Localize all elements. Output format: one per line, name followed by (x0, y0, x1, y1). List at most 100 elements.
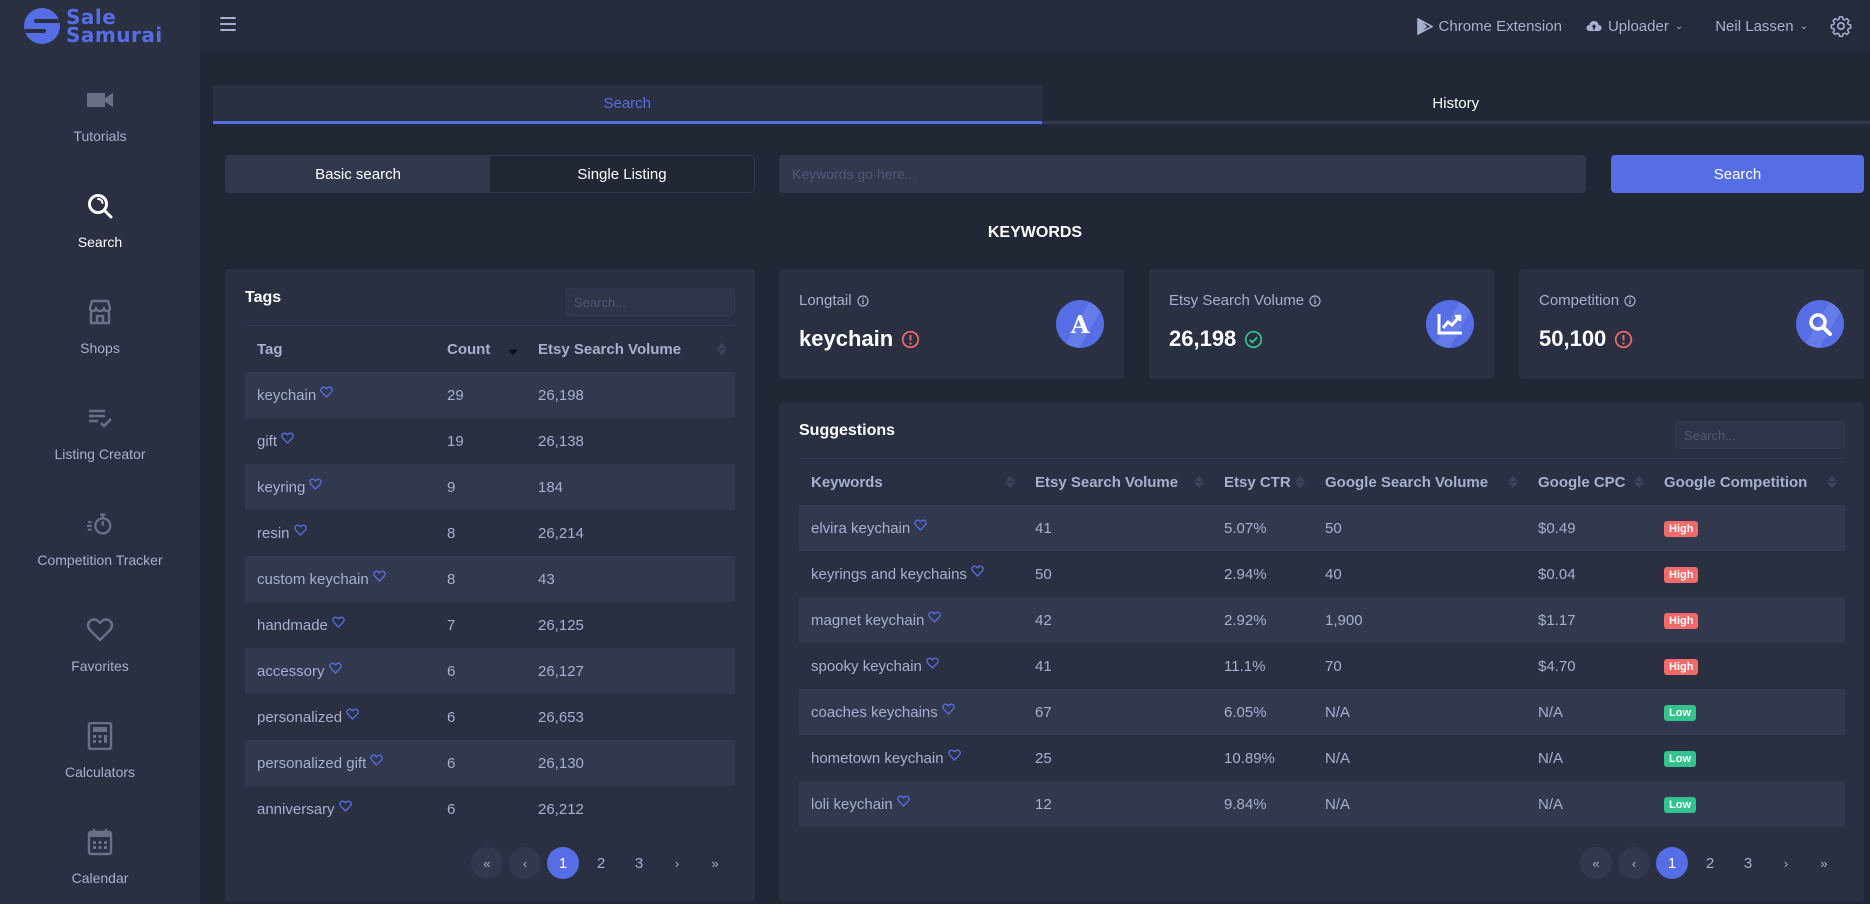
favorite-heart-icon[interactable] (346, 708, 359, 720)
column-header-google-competition[interactable]: Google Competition (1652, 459, 1845, 505)
favorite-heart-icon[interactable] (338, 800, 352, 812)
page-button-3[interactable]: 3 (1732, 847, 1764, 879)
tag-name[interactable]: personalized gift (257, 755, 366, 772)
keyword-name[interactable]: hometown keychain (811, 750, 944, 767)
column-header-google-cpc[interactable]: Google CPC (1526, 459, 1652, 505)
tab-history[interactable]: History (1041, 85, 1870, 124)
basic-search-button[interactable]: Basic search (226, 156, 490, 192)
tag-name[interactable]: custom keychain (257, 571, 369, 588)
tag-row: handmade 7 26,125 (245, 602, 735, 648)
favorite-heart-icon[interactable] (941, 703, 955, 715)
page-button-2[interactable]: 2 (585, 847, 617, 879)
sidebar-item-calculators[interactable]: Calculators (0, 698, 200, 804)
uploader-dropdown[interactable]: Uploader ⌄ (1586, 18, 1683, 35)
menu-toggle-button[interactable] (220, 17, 236, 31)
column-header-etsy-volume[interactable]: Etsy Search Volume (526, 326, 735, 372)
single-listing-button[interactable]: Single Listing (490, 156, 754, 192)
favorite-heart-icon[interactable] (320, 386, 334, 398)
favorite-heart-icon[interactable] (332, 616, 345, 628)
keyword-name[interactable]: spooky keychain (811, 658, 922, 675)
keyword-name[interactable]: loli keychain (811, 796, 893, 813)
sort-icon[interactable] (1005, 475, 1015, 489)
column-header-etsy-ctr[interactable]: Etsy CTR (1212, 459, 1313, 505)
sidebar-item-shops[interactable]: Shops (0, 274, 200, 380)
sort-icon[interactable] (1295, 475, 1305, 489)
sidebar-item-search[interactable]: Search (0, 168, 200, 274)
info-icon[interactable] (1309, 294, 1321, 307)
next-page-button[interactable]: › (661, 847, 693, 879)
favorite-heart-icon[interactable] (947, 749, 961, 761)
keyword-name[interactable]: magnet keychain (811, 612, 924, 629)
first-page-button[interactable]: « (1580, 847, 1612, 879)
google-cpc-cell: $1.17 (1526, 597, 1652, 643)
info-icon[interactable] (856, 294, 869, 307)
sidebar-item-favorites[interactable]: Favorites (0, 592, 200, 698)
favorite-heart-icon[interactable] (928, 611, 942, 623)
page-button-1[interactable]: 1 (1656, 847, 1688, 879)
column-header-google-volume[interactable]: Google Search Volume (1313, 459, 1526, 505)
last-page-button[interactable]: » (699, 847, 731, 879)
column-header-keywords[interactable]: Keywords (799, 459, 1023, 505)
favorite-heart-icon[interactable] (896, 795, 910, 807)
favorite-heart-icon[interactable] (309, 478, 323, 490)
next-page-button[interactable]: › (1770, 847, 1802, 879)
sort-icon[interactable] (508, 342, 518, 356)
page-button-2[interactable]: 2 (1694, 847, 1726, 879)
count-cell: 8 (447, 524, 456, 542)
favorite-heart-icon[interactable] (328, 662, 342, 674)
prev-page-button[interactable]: ‹ (1618, 847, 1650, 879)
sort-icon[interactable] (717, 342, 727, 356)
google-volume-cell: 1,900 (1313, 597, 1526, 643)
column-label: Google CPC (1538, 473, 1626, 491)
logo[interactable]: Sale Samurai (0, 0, 200, 52)
keyword-name[interactable]: elvira keychain (811, 520, 910, 537)
keywords-input[interactable] (779, 155, 1586, 193)
settings-gear-icon[interactable] (1830, 15, 1852, 37)
tab-search[interactable]: Search (213, 85, 1042, 124)
tag-cell: gift (245, 418, 435, 464)
sidebar-item-tutorials[interactable]: Tutorials (0, 62, 200, 168)
sidebar-item-calendar[interactable]: Calendar (0, 804, 200, 904)
tags-search-input[interactable] (565, 288, 735, 316)
tag-name[interactable]: keyring (257, 479, 305, 496)
page-button-1[interactable]: 1 (547, 847, 579, 879)
prev-page-button[interactable]: ‹ (509, 847, 541, 879)
column-header-count[interactable]: Count (435, 326, 526, 372)
favorite-heart-icon[interactable] (971, 565, 984, 577)
tag-name[interactable]: accessory (257, 663, 325, 680)
etsy-ctr-cell: 11.1% (1224, 657, 1266, 675)
sort-icon[interactable] (1194, 475, 1204, 489)
favorite-heart-icon[interactable] (293, 524, 307, 536)
tag-name[interactable]: handmade (257, 617, 328, 634)
favorite-heart-icon[interactable] (372, 570, 386, 582)
tag-name[interactable]: anniversary (257, 801, 335, 818)
chrome-extension-link[interactable]: Chrome Extension (1416, 17, 1562, 35)
sort-icon[interactable] (1508, 475, 1518, 489)
favorite-heart-icon[interactable] (914, 519, 928, 531)
tag-name[interactable]: personalized (257, 709, 342, 726)
tag-name[interactable]: resin (257, 525, 290, 542)
sort-icon[interactable] (1827, 475, 1837, 489)
favorite-heart-icon[interactable] (281, 432, 294, 444)
column-header-tag[interactable]: Tag (245, 326, 435, 372)
cloud-upload-icon (1586, 21, 1602, 31)
favorite-heart-icon[interactable] (370, 754, 384, 766)
tag-name[interactable]: keychain (257, 387, 316, 404)
page-button-3[interactable]: 3 (623, 847, 655, 879)
value-text: 26,198 (1169, 326, 1237, 351)
keyword-name[interactable]: keyrings and keychains (811, 566, 967, 583)
sort-icon[interactable] (1634, 475, 1644, 489)
tag-name[interactable]: gift (257, 433, 277, 450)
column-header-etsy-volume[interactable]: Etsy Search Volume (1023, 459, 1212, 505)
sidebar-item-competition-tracker[interactable]: Competition Tracker (0, 486, 200, 592)
info-icon[interactable] (1624, 294, 1636, 307)
favorite-heart-icon[interactable] (926, 657, 939, 669)
first-page-button[interactable]: « (471, 847, 503, 879)
column-label: Count (447, 340, 491, 358)
suggestions-search-input[interactable] (1675, 421, 1845, 449)
keyword-name[interactable]: coaches keychains (811, 704, 938, 721)
last-page-button[interactable]: » (1808, 847, 1840, 879)
sidebar-item-listing-creator[interactable]: Listing Creator (0, 380, 200, 486)
user-dropdown[interactable]: Neil Lassen ⌄ (1715, 18, 1808, 35)
search-button[interactable]: Search (1611, 155, 1864, 193)
